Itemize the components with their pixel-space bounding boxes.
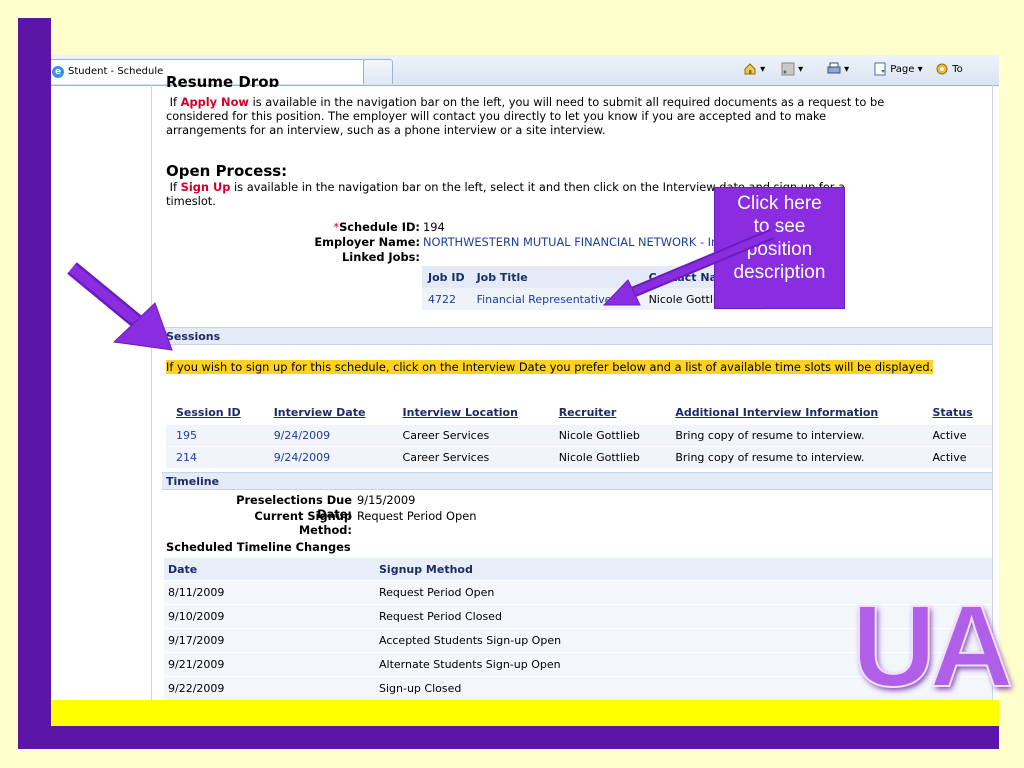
arrow-to-sessions (67, 262, 173, 351)
arrow-to-job-title (602, 228, 775, 306)
ua-logo: UA (851, 581, 1015, 711)
